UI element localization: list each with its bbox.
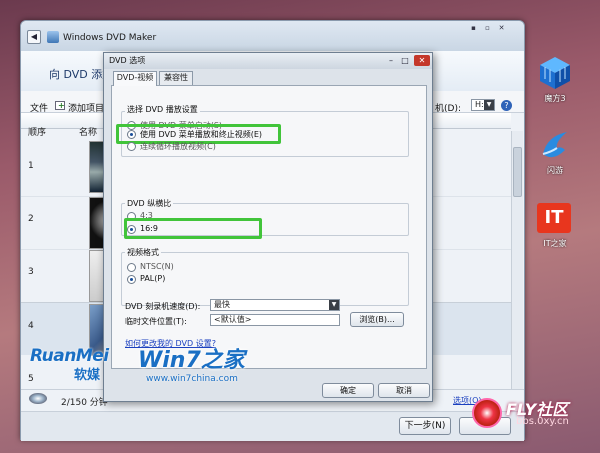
radio-menu-play-stop-label[interactable]: 使用 DVD 菜单播放和终止视频(E) (140, 129, 262, 140)
ok-button[interactable]: 确定 (322, 383, 374, 398)
minimize-icon[interactable]: – (386, 55, 396, 66)
row-number: 2 (28, 214, 34, 224)
add-items-icon: + (55, 101, 65, 110)
back-button[interactable]: ◀ (27, 30, 41, 44)
radio-ntsc[interactable] (127, 263, 136, 272)
disc-usage-icon (29, 393, 47, 404)
column-name[interactable]: 名称 (79, 125, 97, 138)
chevron-down-icon: ▼ (484, 100, 494, 110)
row-number: 3 (28, 267, 34, 277)
win7-text: Win7之家 (138, 348, 245, 373)
cube-app-icon[interactable] (537, 55, 573, 91)
flash-browser-icon[interactable] (537, 128, 573, 164)
temp-location-label: 临时文件位置(T): (125, 317, 187, 326)
drive-value: H: (475, 100, 484, 109)
radio-loop-label[interactable]: 连续循环播放视频(C) (140, 141, 216, 152)
help-icon[interactable]: ? (501, 100, 512, 111)
it-home-label: IT之家 (543, 239, 567, 248)
temp-location-input[interactable]: <默认值> (210, 314, 340, 326)
radio-pal[interactable] (127, 275, 136, 284)
browse-button[interactable]: 浏览(B)... (350, 312, 404, 327)
cube-app-label: 魔方3 (544, 94, 566, 103)
tab-dvd-video[interactable]: DVD-视频 (113, 71, 157, 86)
dialog-title: DVD 选项 (109, 56, 146, 65)
minimize-icon[interactable]: ▪ (469, 24, 478, 32)
radio-menu-play-stop[interactable] (127, 130, 136, 139)
burn-speed-select[interactable]: 最快 ▼ (210, 299, 340, 311)
fly-emblem-icon (472, 398, 502, 428)
maximize-icon[interactable]: □ (400, 55, 410, 66)
burn-speed-label: DVD 刻录机速度(D): (125, 302, 201, 311)
it-home-icon[interactable]: IT (537, 203, 571, 233)
help-glyph: ? (504, 101, 509, 110)
window-title: Windows DVD Maker (63, 33, 157, 43)
dialog-titlebar (104, 53, 432, 69)
close-icon[interactable]: ✕ (414, 55, 430, 66)
dvd-maker-icon (47, 31, 59, 43)
close-icon[interactable]: ✕ (497, 24, 506, 32)
flash-browser-label: 闪游 (547, 166, 563, 175)
ruanmei-cn-text: 软媒 (74, 368, 101, 383)
format-group-label: 视频格式 (125, 247, 161, 258)
next-button[interactable]: 下一步(N) (399, 417, 451, 435)
win7-logo: Win7之家 www.win7china.com (138, 342, 245, 384)
list-scrollbar[interactable] (511, 131, 523, 389)
burn-speed-value: 最快 (214, 300, 230, 309)
radio-pal-label[interactable]: PAL(P) (140, 274, 165, 283)
fly-url: bbs.0xy.cn (516, 416, 569, 427)
ruanmei-text: RuanMei (30, 346, 109, 366)
ruanmei-logo: RuanMei 软媒 (30, 346, 109, 383)
maximize-icon[interactable]: ▫ (483, 24, 492, 32)
options-panel: 选择 DVD 播放设置 使用 DVD 菜单启动(S) 使用 DVD 菜单播放和终… (111, 85, 427, 369)
drive-select[interactable]: H: ▼ (471, 99, 495, 111)
aspect-group-label: DVD 纵横比 (125, 198, 174, 209)
duration-text: 2/150 分钟 (61, 398, 108, 408)
column-order[interactable]: 顺序 (28, 125, 46, 138)
radio-aspect-16-9[interactable] (127, 225, 136, 234)
radio-loop[interactable] (127, 142, 136, 151)
win7-url: www.win7china.com (146, 374, 238, 384)
radio-ntsc-label[interactable]: NTSC(N) (140, 262, 174, 271)
row-number: 1 (28, 161, 34, 171)
chevron-down-icon: ▼ (329, 300, 339, 310)
it-logo-text: IT (544, 207, 564, 228)
tab-compatibility[interactable]: 兼容性 (159, 71, 193, 85)
radio-aspect-16-9-label[interactable]: 16:9 (140, 224, 158, 233)
playback-group-label: 选择 DVD 播放设置 (125, 104, 200, 115)
cancel-button[interactable]: 取消 (378, 383, 430, 398)
row-number: 4 (28, 321, 34, 331)
